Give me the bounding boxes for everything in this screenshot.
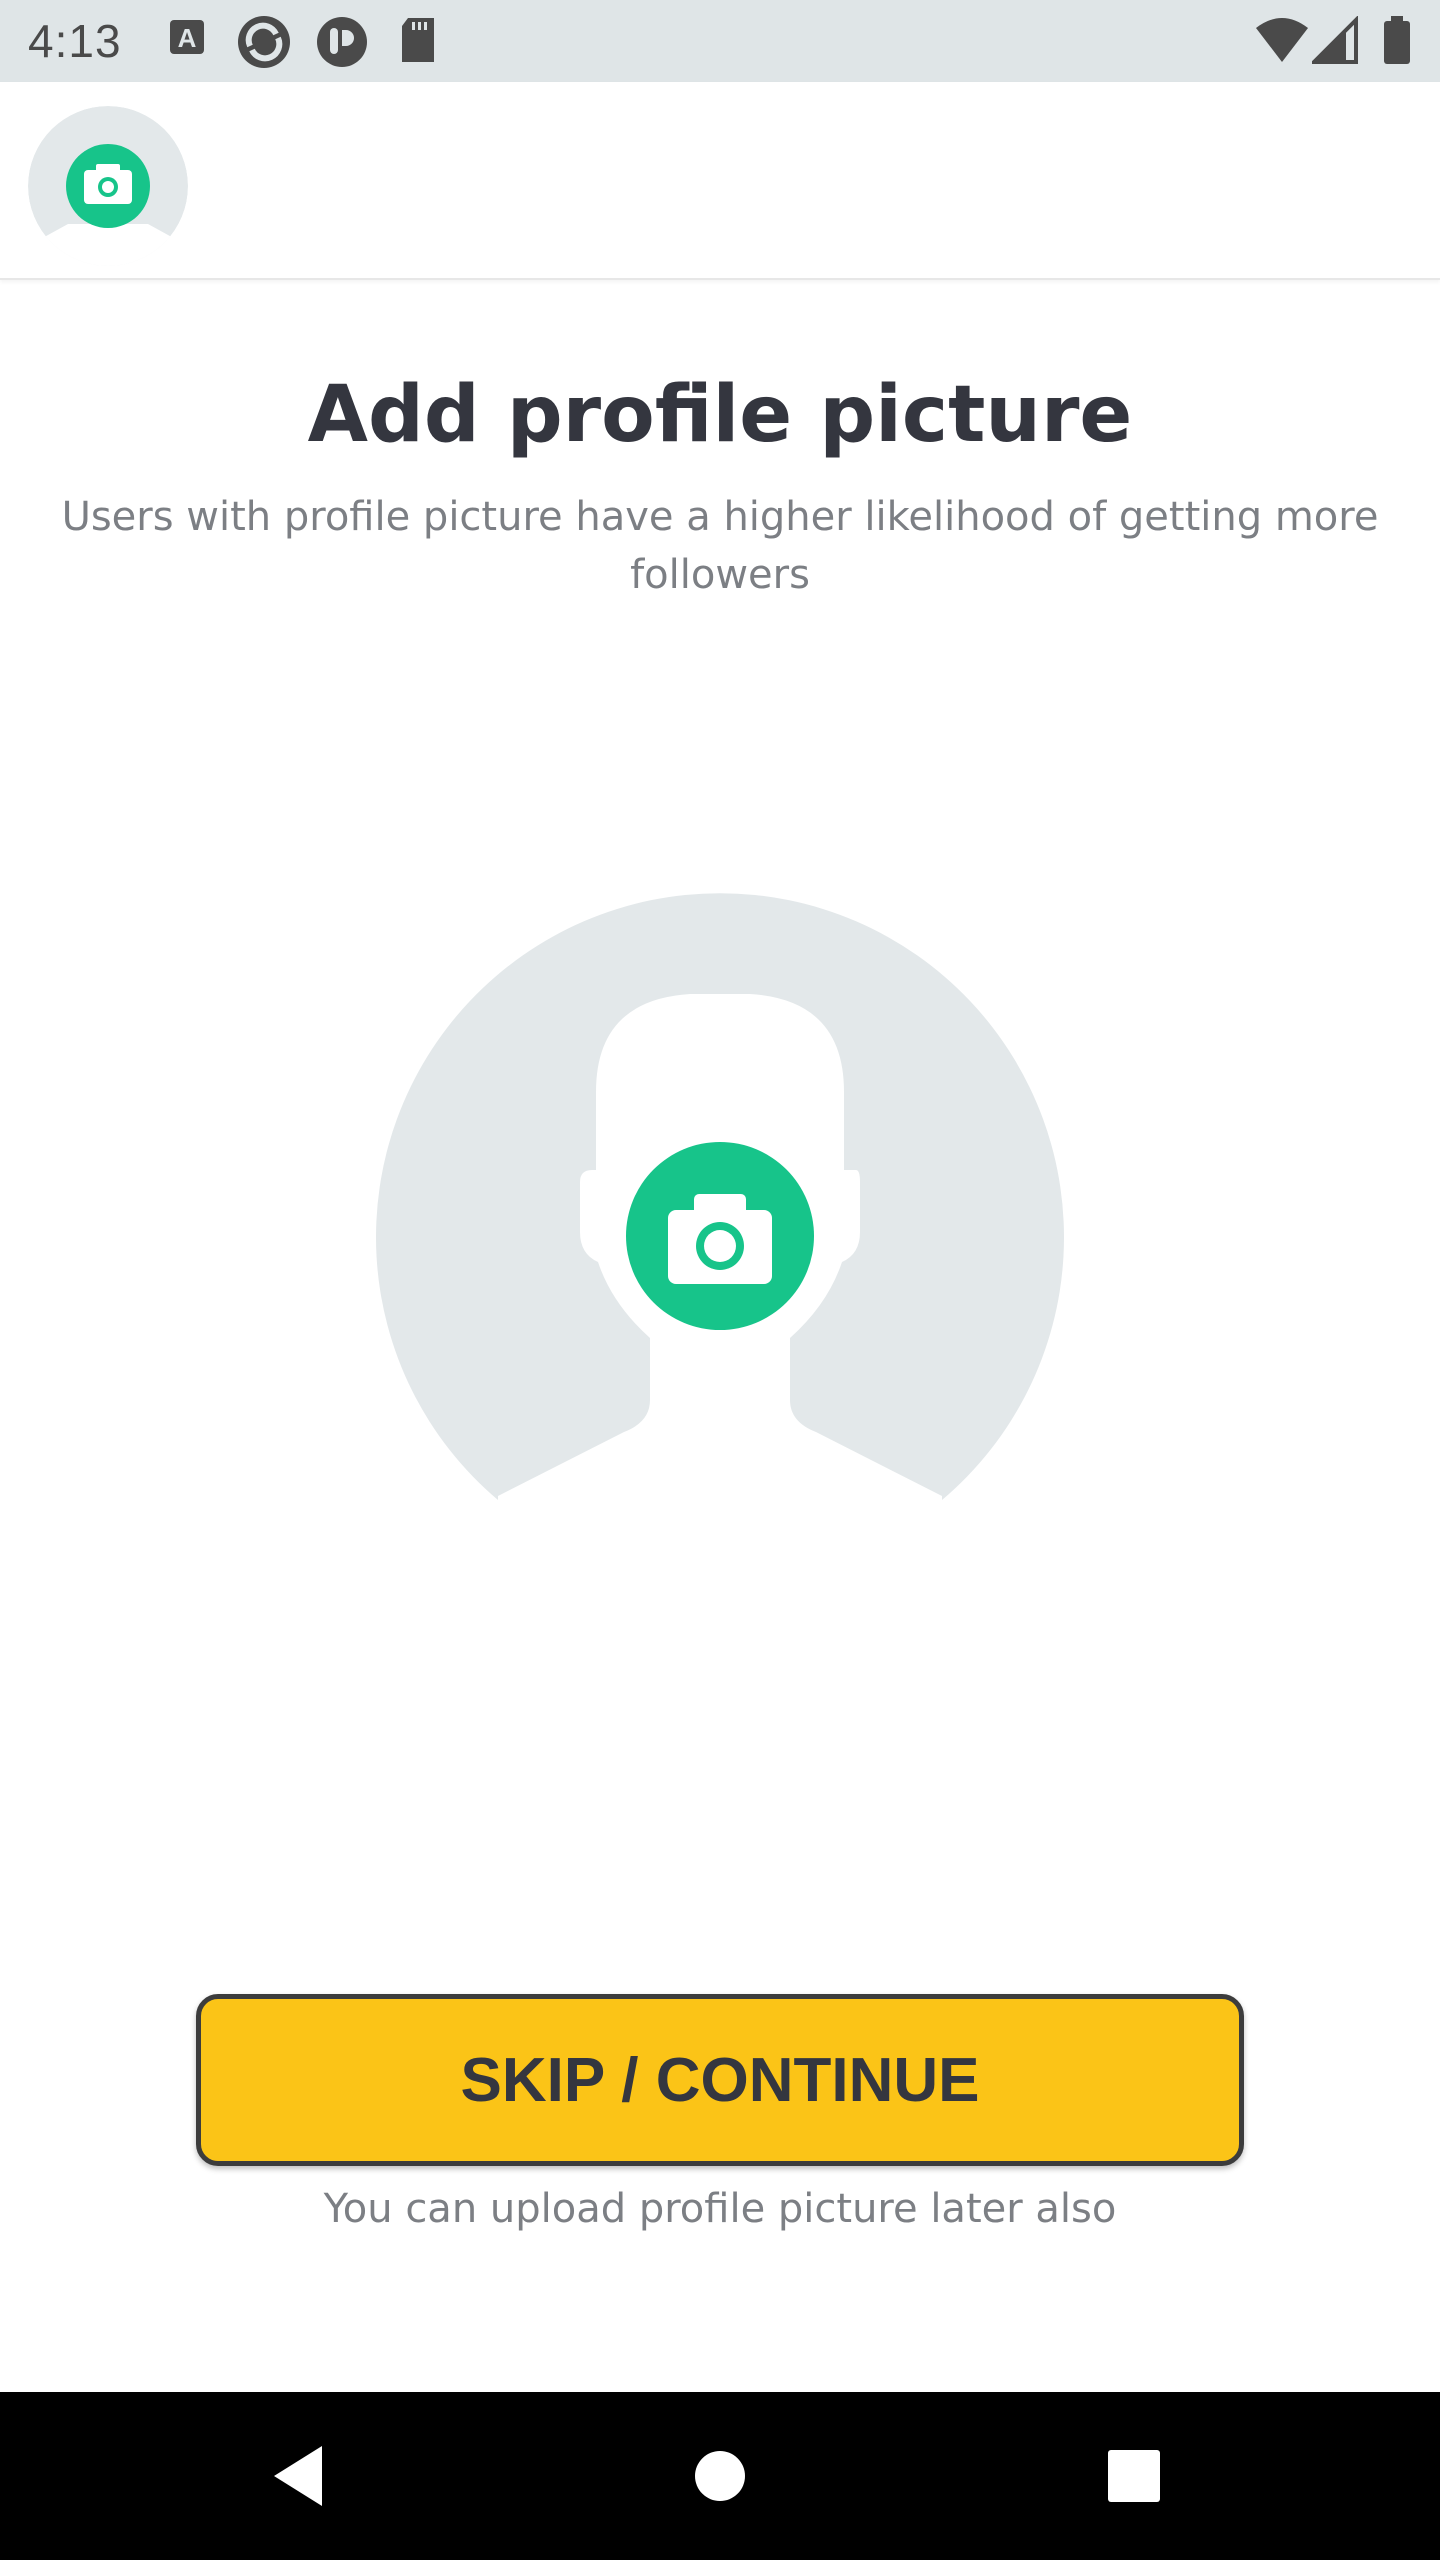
page-title: Add profile picture: [307, 370, 1133, 460]
page-subtitle: Users with profile picture have a higher…: [61, 494, 1379, 598]
navigation-bar: [0, 2392, 1440, 2560]
sync-icon: [238, 16, 290, 68]
header-avatar[interactable]: [28, 106, 188, 266]
profile-picture-picker[interactable]: [376, 892, 1064, 1508]
skip-continue-button[interactable]: SKIP / CONTINUE: [196, 1994, 1244, 2166]
svg-text:A: A: [178, 23, 197, 53]
home-icon[interactable]: [680, 2436, 760, 2516]
status-time: 4:13: [28, 15, 122, 67]
battery-icon: [1384, 16, 1410, 64]
status-bar: 4:13 A: [0, 0, 1440, 82]
signal-icon: [1312, 16, 1358, 64]
upload-later-hint: You can upload profile picture later als…: [323, 2186, 1117, 2232]
sd-card-icon: [402, 18, 434, 62]
camera-icon: [66, 144, 150, 228]
wifi-icon: [1256, 18, 1308, 62]
pocket-icon: [317, 17, 367, 67]
recents-icon[interactable]: [1094, 2436, 1174, 2516]
app-header: [0, 82, 1440, 280]
a-box-icon: A: [170, 20, 204, 54]
camera-icon: [626, 1142, 814, 1330]
back-icon[interactable]: [260, 2436, 340, 2516]
